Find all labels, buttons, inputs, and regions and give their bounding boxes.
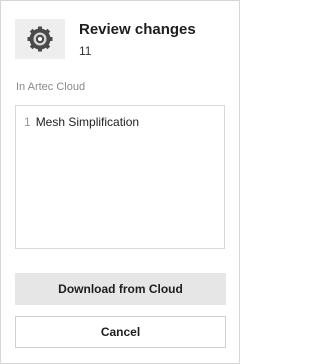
download-button-label: Download from Cloud <box>58 282 183 296</box>
changes-list: 1 Mesh Simplification <box>15 105 225 249</box>
download-from-cloud-button[interactable]: Download from Cloud <box>15 273 226 305</box>
list-item-label: Mesh Simplification <box>35 115 140 129</box>
section-label: In Artec Cloud <box>16 81 86 93</box>
cancel-button-label: Cancel <box>100 325 141 339</box>
gear-badge-graphic <box>27 26 53 52</box>
changes-count: 11 <box>79 44 92 58</box>
list-item[interactable]: 1 Mesh Simplification <box>24 115 218 129</box>
cancel-button[interactable]: Cancel <box>15 316 226 348</box>
list-item-number: 1 <box>24 115 31 129</box>
review-changes-panel: Review changes 11 In Artec Cloud 1 Mesh S… <box>0 0 240 364</box>
panel-header: Review changes 11 <box>15 15 225 65</box>
page-title: Review changes <box>79 21 196 38</box>
gear-badge-icon <box>15 19 65 59</box>
